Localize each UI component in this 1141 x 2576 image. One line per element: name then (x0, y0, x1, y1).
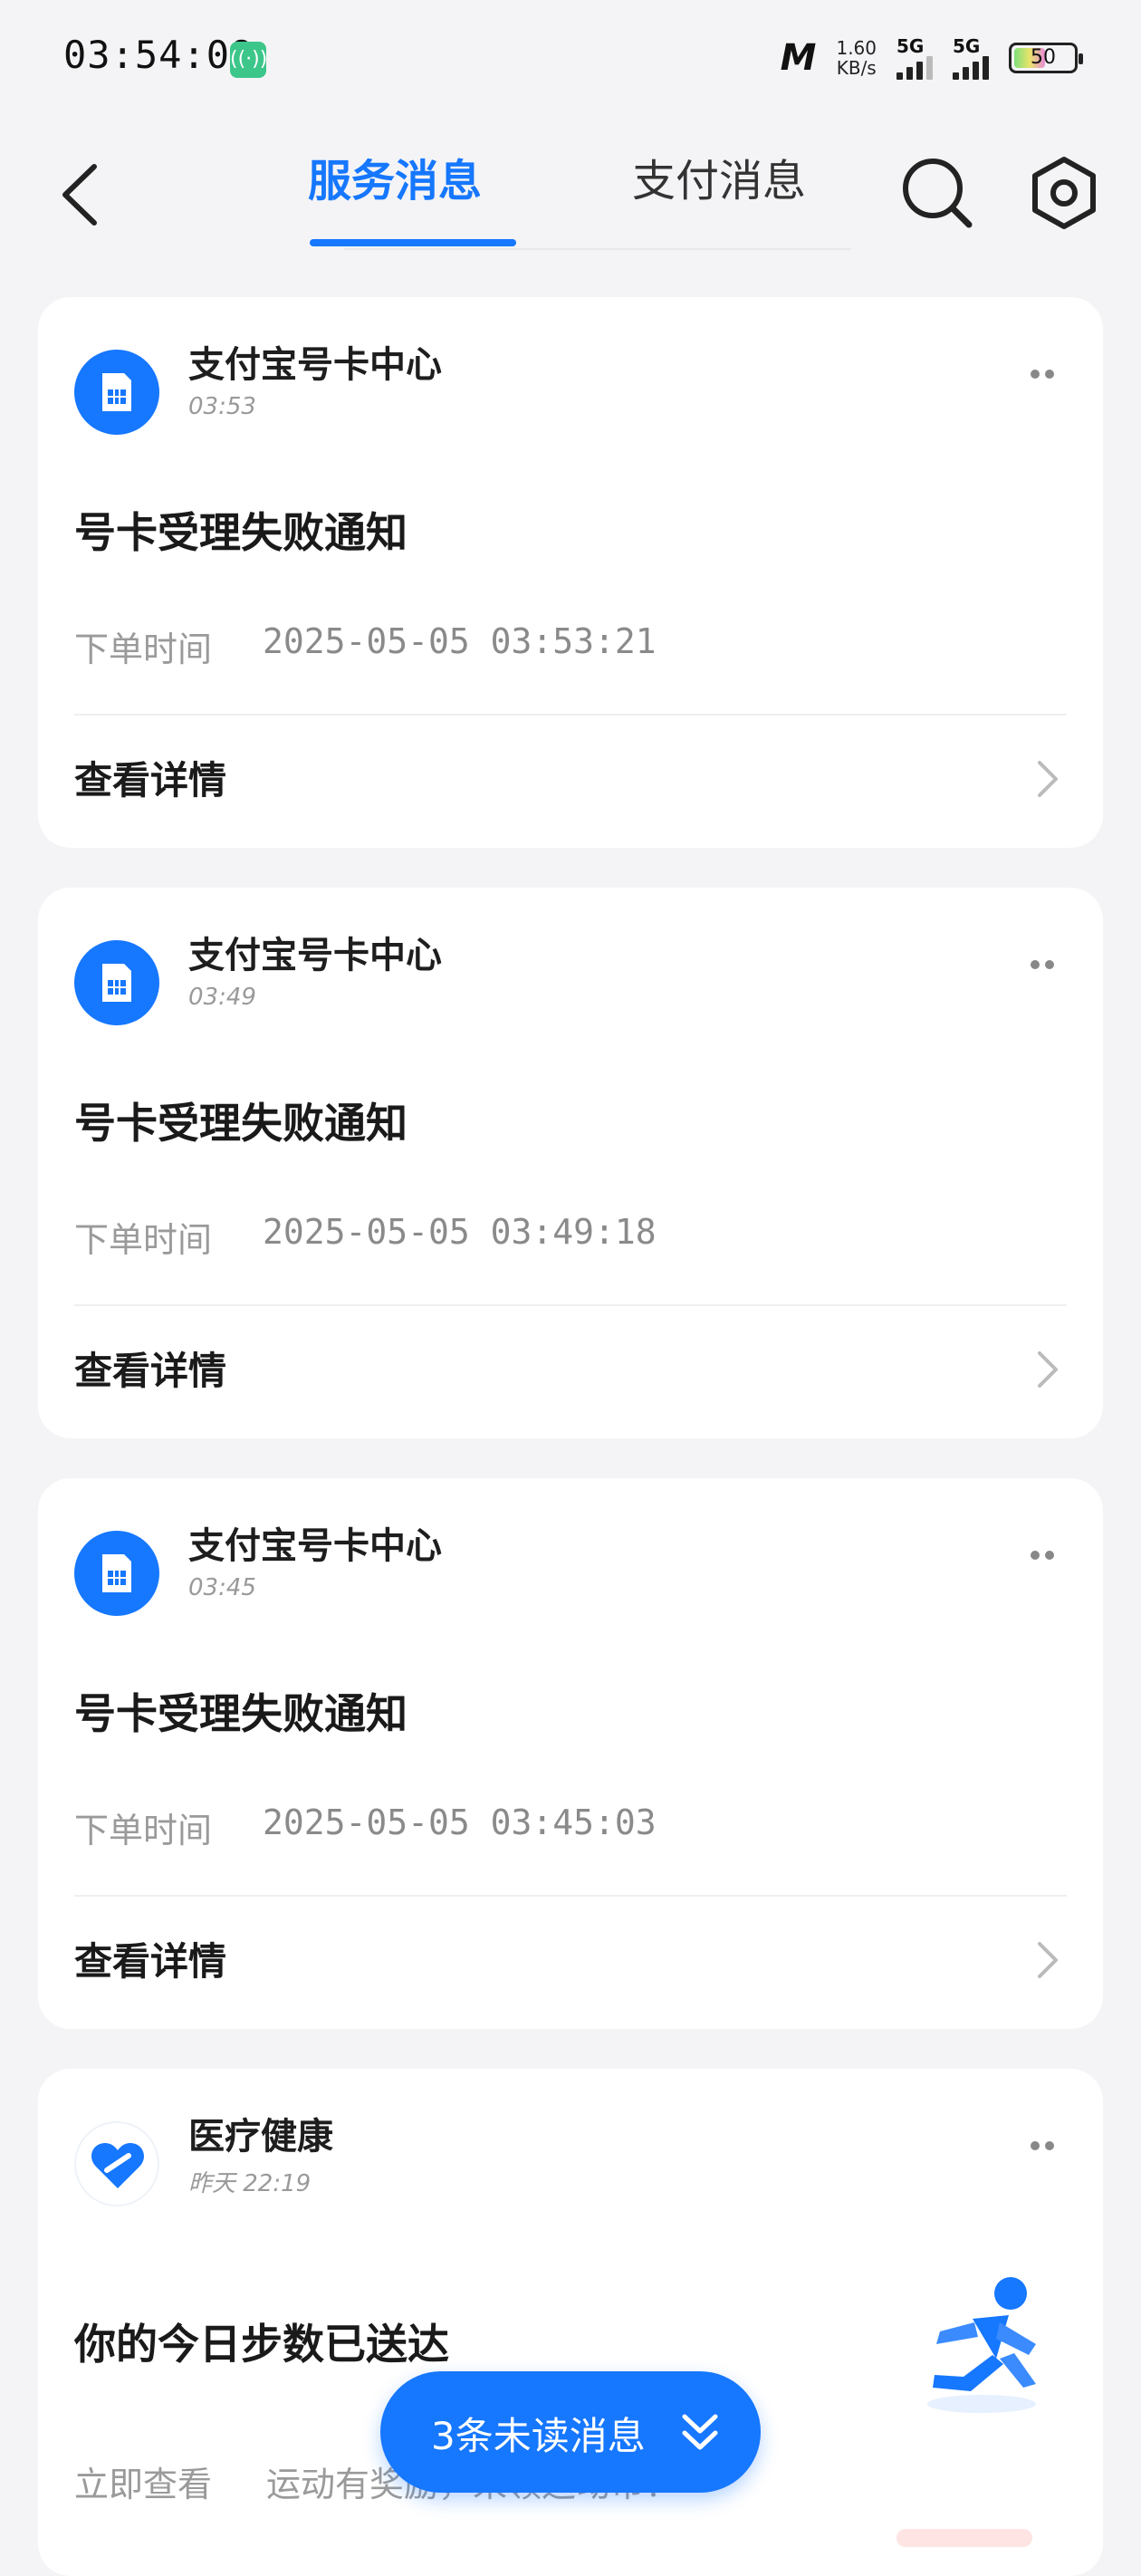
active-tab-indicator (310, 239, 516, 246)
order-time-value: 2025-05-05 03:45:03 (263, 1802, 657, 1842)
message-card[interactable]: 支付宝号卡中心 03:45 号卡受理失败通知 下单时间 2025-05-05 0… (38, 1478, 1103, 2029)
message-time: 昨天 22:19 (188, 2170, 312, 2197)
tab-payment-messages[interactable]: 支付消息 (632, 145, 806, 208)
sender-name: 医疗健康 (188, 2116, 333, 2158)
runner-icon (927, 2277, 1036, 2413)
battery-level: 50 (1031, 46, 1056, 69)
gear-icon (1032, 157, 1096, 229)
network-speed-value: 1.60 (836, 37, 877, 59)
sender-avatar (74, 940, 159, 1025)
sender-avatar (74, 1531, 159, 1616)
carrier-logo: M (780, 37, 817, 79)
sim-card-icon (102, 373, 131, 411)
card-divider (74, 1304, 1067, 1306)
order-time-label: 下单时间 (74, 1811, 213, 1850)
more-button[interactable] (1020, 2132, 1065, 2159)
message-time: 03:49 (188, 984, 256, 1011)
card-divider (74, 1895, 1067, 1897)
more-button[interactable] (1020, 951, 1065, 978)
view-details-link[interactable]: 查看详情 (74, 1931, 226, 1986)
double-chevron-down-icon (682, 2414, 718, 2450)
back-arrow-icon (62, 164, 97, 226)
back-button[interactable] (53, 154, 107, 235)
chevron-right-icon (1038, 761, 1058, 797)
status-right: M 1.60 KB/s 5G 5G 50 (780, 31, 1083, 85)
more-dots-icon (1031, 2141, 1054, 2150)
sender-name: 支付宝号卡中心 (188, 935, 442, 976)
signal-1-bars-icon (896, 56, 933, 80)
search-button[interactable] (896, 152, 978, 234)
message-title: 号卡受理失败通知 (74, 1689, 408, 1738)
partial-badge (896, 2529, 1032, 2547)
message-title: 号卡受理失败通知 (74, 508, 408, 557)
health-message-card[interactable]: 医疗健康 昨天 22:19 你的今日步数已送达 立即查看 运动有奖励，来领运动币… (38, 2069, 1103, 2576)
search-icon (903, 159, 973, 228)
message-card[interactable]: 支付宝号卡中心 03:53 号卡受理失败通知 下单时间 2025-05-05 0… (38, 297, 1103, 848)
more-button[interactable] (1020, 360, 1065, 388)
order-time-value: 2025-05-05 03:53:21 (263, 621, 657, 661)
order-time-label: 下单时间 (74, 630, 213, 669)
sender-avatar (74, 2121, 159, 2206)
network-speed: 1.60 KB/s (836, 38, 877, 78)
signal-1: 5G (896, 36, 933, 80)
settings-button[interactable] (1023, 152, 1105, 234)
more-dots-icon (1031, 370, 1054, 379)
signal-1-label: 5G (896, 35, 925, 57)
message-title: 你的今日步数已送达 (74, 2320, 449, 2369)
message-time: 03:53 (188, 393, 256, 420)
chevron-right-icon (1038, 1942, 1058, 1978)
sender-name: 支付宝号卡中心 (188, 344, 442, 386)
status-time: 03:54:08 (63, 33, 254, 77)
more-dots-icon (1031, 1551, 1054, 1560)
signal-2-label: 5G (953, 35, 981, 57)
header-divider (344, 248, 851, 250)
message-time: 03:45 (188, 1574, 256, 1601)
unread-messages-button[interactable]: 3条未读消息 (380, 2371, 761, 2493)
signal-2-bars-icon (953, 56, 989, 80)
battery-icon: 50 (1009, 43, 1083, 73)
sender-name: 支付宝号卡中心 (188, 1525, 442, 1567)
card-divider (74, 714, 1067, 716)
view-now-link[interactable]: 立即查看 (74, 2456, 212, 2506)
status-bar: 03:54:08 ((·)) M 1.60 KB/s 5G 5G 50 (0, 0, 1141, 118)
order-time-label: 下单时间 (74, 1220, 213, 1260)
view-details-link[interactable]: 查看详情 (74, 750, 226, 805)
sim-card-icon (102, 1554, 131, 1592)
sim-card-icon (102, 964, 131, 1002)
hotspot-icon: ((·)) (230, 42, 267, 78)
message-title: 号卡受理失败通知 (74, 1099, 408, 1148)
more-button[interactable] (1020, 1542, 1065, 1569)
sender-avatar (74, 350, 159, 435)
unread-label: 3条未读消息 (431, 2414, 646, 2458)
more-dots-icon (1031, 960, 1054, 969)
order-time-value: 2025-05-05 03:49:18 (263, 1212, 657, 1252)
heart-icon (91, 2143, 144, 2188)
header: 服务消息 支付消息 (0, 127, 1141, 263)
signal-2: 5G (953, 36, 989, 80)
tab-service-messages[interactable]: 服务消息 (308, 145, 482, 208)
network-speed-unit: KB/s (836, 57, 877, 79)
message-card[interactable]: 支付宝号卡中心 03:49 号卡受理失败通知 下单时间 2025-05-05 0… (38, 888, 1103, 1438)
chevron-right-icon (1038, 1351, 1058, 1388)
view-details-link[interactable]: 查看详情 (74, 1341, 226, 1396)
